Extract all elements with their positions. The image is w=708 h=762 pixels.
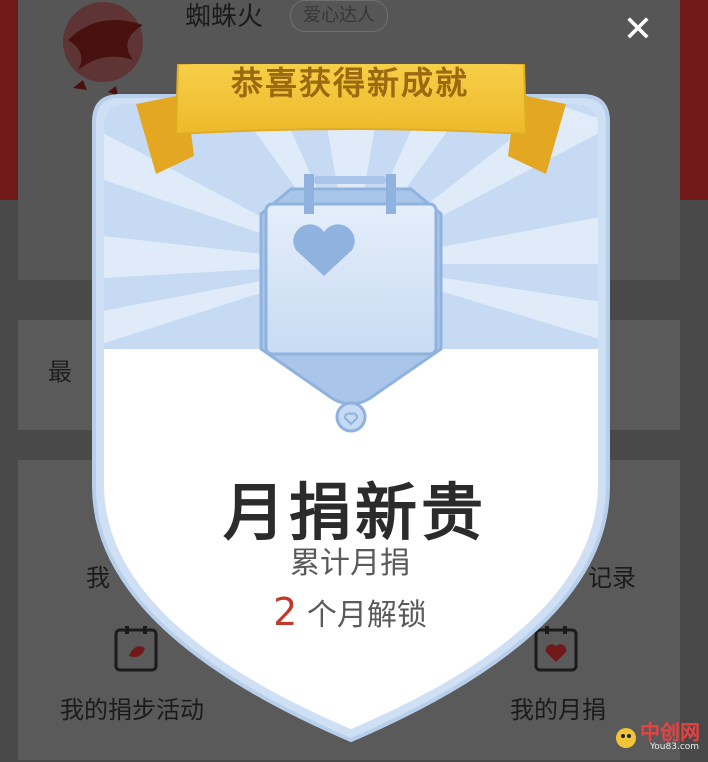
watermark-text: 中创网 — [640, 720, 700, 744]
unlock-suffix: 个月解锁 — [297, 598, 427, 633]
unlock-info: 2 个月解锁 — [200, 590, 500, 634]
ribbon-title: 恭喜获得新成就 — [230, 64, 469, 102]
close-icon[interactable]: ✕ — [618, 10, 658, 50]
achievement-subtitle: 累计月捐 — [290, 546, 410, 581]
watermark-sub: You83.com — [650, 742, 700, 752]
achievement-shield — [92, 64, 610, 743]
unlock-count: 2 — [273, 590, 298, 634]
